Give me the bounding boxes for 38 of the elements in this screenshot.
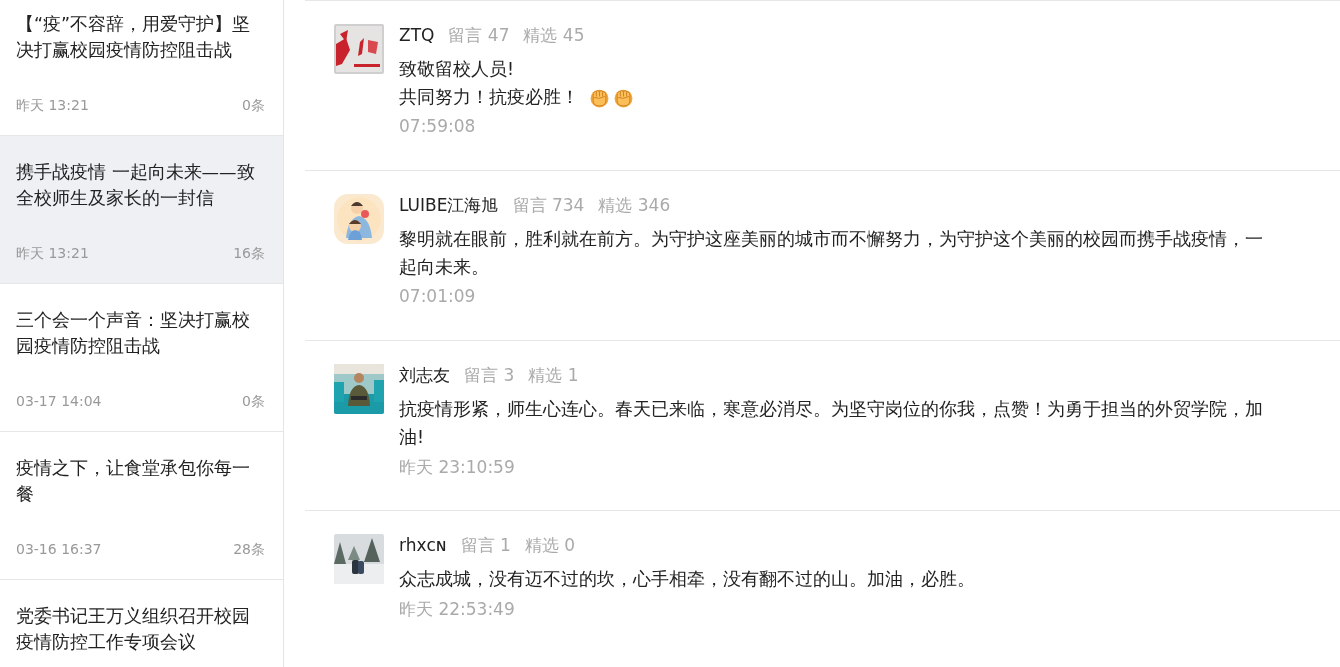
comment-count: 16条: [233, 245, 265, 263]
message-count: 留言 47: [448, 24, 510, 47]
comment-text: 黎明就在眼前，胜利就在前方。为守护这座美丽的城市而不懈努力，为守护这个美丽的校园而携手战疫情，一起向未来。: [399, 228, 1264, 279]
article-title: 党委书记王万义组织召开校园疫情防控工作专项会议: [16, 605, 251, 654]
article-title: 疫情之下，让食堂承包你每一餐: [16, 457, 251, 506]
user-name: ZTQ: [399, 25, 435, 45]
message-count: 留言 1: [460, 534, 511, 557]
featured-count: 精选 0: [524, 534, 576, 557]
article-date: 昨天 13:21: [16, 245, 89, 263]
comment-count: 0条: [242, 393, 265, 411]
message-count: 留言 3: [464, 364, 515, 387]
featured-count: 精选 346: [598, 194, 671, 217]
comment-time: 07:01:09: [399, 286, 477, 306]
article-date: 昨天 13:21: [16, 97, 89, 115]
comment-time: 昨天 23:10:59: [399, 456, 516, 479]
article-date: 03-17 14:04: [16, 393, 102, 411]
user-name: 刘志友: [399, 364, 450, 387]
comment-text: 抗疫情形紧，师生心连心。春天已来临，寒意必消尽。为坚守岗位的你我，点赞！为勇于担当的外贸学院，加油!: [399, 398, 1264, 449]
featured-count: 精选 1: [528, 364, 579, 387]
comment-time: 昨天 22:53:49: [399, 598, 516, 621]
article-item[interactable]: 党委书记王万义组织召开校园疫情防控工作专项会议: [0, 580, 283, 667]
comment-text: 众志成城，没有迈不过的坎，心手相牵，没有翻不过的山。加油，必胜。: [399, 568, 975, 591]
comment-time: 07:59:08: [399, 116, 477, 136]
user-name: LUIBE江海旭: [399, 194, 499, 217]
user-name: rhxᴄɴ: [399, 535, 447, 555]
article-item[interactable]: 三个会一个声音：坚决打赢校园疫情防控阻击战 03-17 14:04 0条: [0, 284, 283, 432]
featured-count: 精选 45: [523, 24, 585, 47]
article-title: 【“疫”不容辞，用爱守护】坚决打赢校园疫情防控阻击战: [16, 13, 252, 62]
article-item[interactable]: 携手战疫情 一起向未来——致全校师生及家长的一封信 昨天 13:21 16条: [0, 136, 283, 284]
comment-text: 共同努力！抗疫必胜！: [399, 86, 579, 109]
comment-count: 28条: [233, 541, 265, 559]
article-title: 携手战疫情 一起向未来——致全校师生及家长的一封信: [16, 161, 256, 210]
comment-text: 致敬留校人员!: [399, 58, 514, 81]
article-item[interactable]: 疫情之下，让食堂承包你每一餐 03-16 16:37 28条: [0, 432, 283, 580]
article-title: 三个会一个声音：坚决打赢校园疫情防控阻击战: [16, 309, 251, 358]
message-count: 留言 734: [512, 194, 585, 217]
article-date: 03-16 16:37: [16, 541, 102, 559]
comment-count: 0条: [242, 97, 265, 115]
